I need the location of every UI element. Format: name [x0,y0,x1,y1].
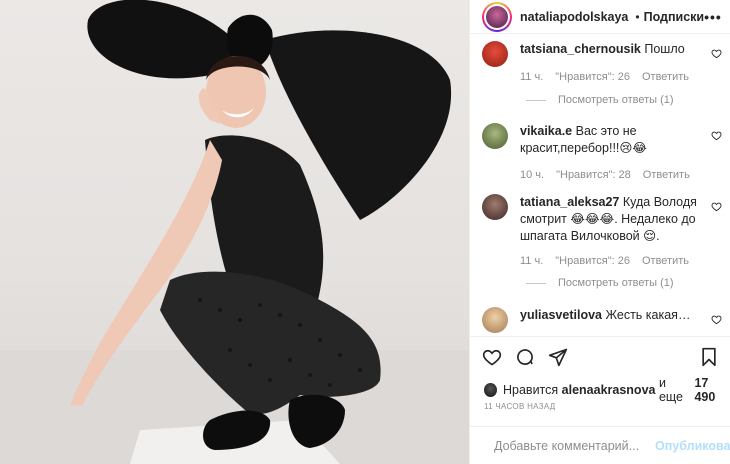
add-comment-bar: Опубликовать [470,426,730,464]
likes-prefix: Нравится [503,383,559,397]
likes-middle: и еще [658,376,684,404]
comment-avatar[interactable] [482,194,508,220]
reply-button[interactable]: Ответить [642,69,689,86]
likes-summary[interactable]: Нравится alenaakrasnova и еще 17 490 [484,376,730,404]
comment-likes[interactable]: "Нравится": 28 [556,167,631,184]
comment-item: vikaika.e Вас это не красит,перебор!!!😢😂… [470,123,730,184]
comment-item: yuliasvetilova Жесть какая… [470,307,730,333]
header-separator: • [635,9,640,24]
replies-line [526,99,546,101]
reply-button[interactable]: Ответить [643,167,690,184]
like-heart-icon[interactable] [482,347,502,367]
share-paper-plane-icon[interactable] [548,347,568,367]
photo-illustration [0,0,469,464]
author-username[interactable]: nataliapodolskaya [520,10,628,24]
comment-item: tatsiana_chernousik Пошло 11 ч. "Нравитс… [470,41,730,86]
comment-item: tatiana_aleksa27 Куда Володя смотрит 😂😂😂… [470,194,730,270]
comment-username[interactable]: tatsiana_chernousik [520,42,641,56]
comment-time[interactable]: 11 ч. [520,69,543,86]
comment-likes[interactable]: "Нравится": 26 [555,69,630,86]
comment-avatar[interactable] [482,123,508,149]
liker-username[interactable]: alenaakrasnova [562,383,656,397]
likes-count[interactable]: 17 490 [694,376,730,404]
follow-button[interactable]: Подписки [644,10,705,24]
comment-bubble-icon[interactable] [515,347,535,367]
post-header: nataliapodolskaya • Подписки ••• [470,0,730,34]
heart-icon[interactable] [711,201,722,212]
comment-username[interactable]: yuliasvetilova [520,308,602,322]
comment-avatar[interactable] [482,41,508,67]
view-replies-button[interactable]: Посмотреть ответы (1) [526,94,674,106]
bookmark-icon[interactable] [699,347,719,367]
replies-line [526,282,546,284]
liker-avatar [484,383,497,397]
comment-text: Жесть какая… [605,308,691,322]
heart-icon[interactable] [711,130,722,141]
comment-time[interactable]: 10 ч. [520,167,544,184]
view-replies-label[interactable]: Посмотреть ответы (1) [558,94,674,106]
heart-icon[interactable] [711,48,722,59]
reply-button[interactable]: Ответить [642,253,689,270]
post-timestamp[interactable]: 11 ЧАСОВ НАЗАД [484,402,555,411]
comment-time[interactable]: 11 ч. [520,253,543,270]
view-replies-label[interactable]: Посмотреть ответы (1) [558,277,674,289]
comment-username[interactable]: tatiana_aleksa27 [520,195,619,209]
comment-input[interactable] [494,438,655,453]
author-avatar[interactable] [482,1,512,32]
more-options-icon[interactable]: ••• [704,9,722,25]
publish-button[interactable]: Опубликовать [655,439,730,453]
comment-text: Пошло [644,42,685,56]
post-side-panel: nataliapodolskaya • Подписки ••• tatsian… [469,0,730,464]
post-photo[interactable] [0,0,469,464]
heart-icon[interactable] [711,314,722,325]
post-actions [470,336,730,376]
comments-list[interactable]: tatsiana_chernousik Пошло 11 ч. "Нравитс… [470,35,730,335]
comment-avatar[interactable] [482,307,508,333]
comment-username[interactable]: vikaika.e [520,124,572,138]
comment-likes[interactable]: "Нравится": 26 [555,253,630,270]
view-replies-button[interactable]: Посмотреть ответы (1) [526,277,674,289]
